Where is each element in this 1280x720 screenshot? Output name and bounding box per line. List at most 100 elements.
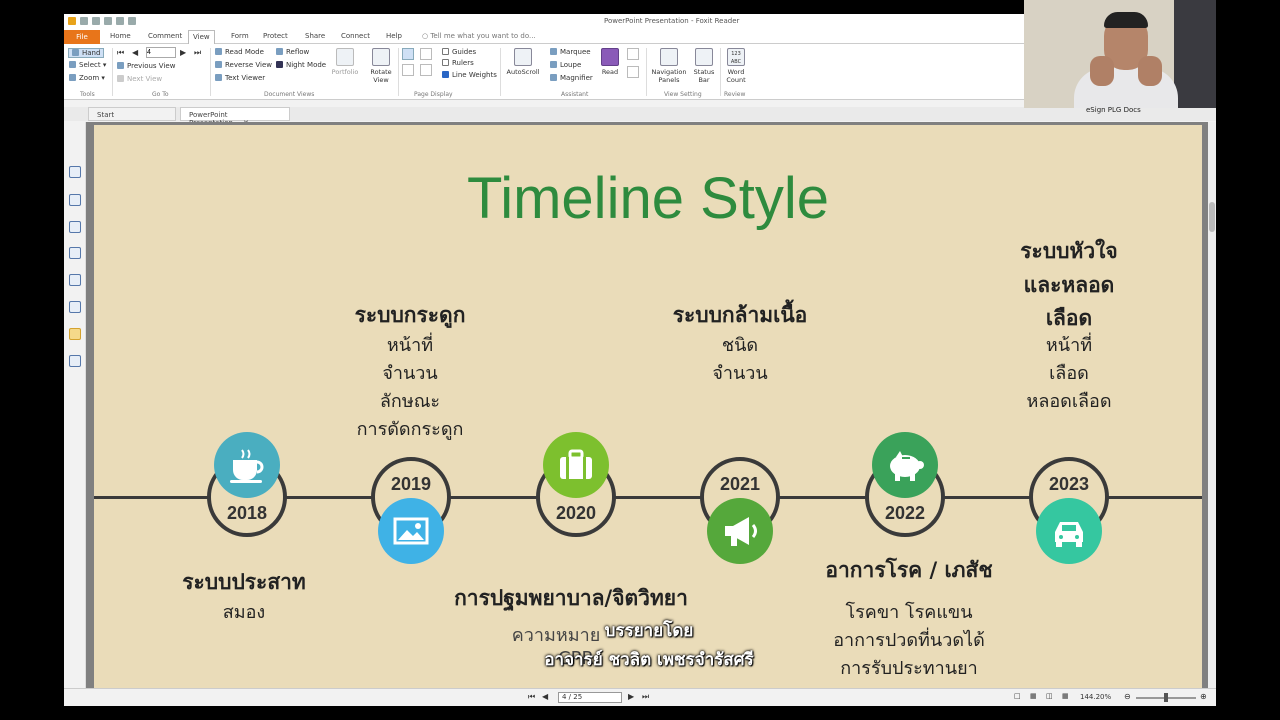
line-weights-checkbox[interactable]: Line Weights: [442, 71, 497, 79]
read-mode-button[interactable]: Read Mode: [215, 48, 264, 56]
hand-tool-button[interactable]: Hand: [68, 48, 105, 58]
caption-line-1: บรรยายโดย: [604, 621, 694, 641]
zoom-in-button[interactable]: ⊕: [1200, 692, 1207, 701]
tab-form[interactable]: Form: [231, 32, 249, 40]
esign-button[interactable]: eSign PLG Docs: [1086, 106, 1141, 114]
first-page-button[interactable]: ⏮: [528, 692, 535, 702]
tab-file[interactable]: File: [64, 30, 100, 44]
save-icon[interactable]: [92, 17, 100, 25]
autoscroll-button[interactable]: AutoScroll: [504, 48, 542, 76]
tab-connect[interactable]: Connect: [341, 32, 370, 40]
tab-start[interactable]: Start: [88, 107, 176, 121]
zoom-out-button[interactable]: ⊖: [1124, 692, 1131, 701]
text-2022-3: การรับประทานยา: [840, 658, 978, 679]
goto-page-input[interactable]: [146, 47, 176, 58]
facing-view-icon[interactable]: ◫: [1046, 692, 1053, 700]
read-mode-icon: [215, 48, 222, 55]
next-view-button[interactable]: Next View: [117, 75, 162, 83]
navigation-sidebar: [64, 122, 86, 692]
tab-help[interactable]: Help: [386, 32, 402, 40]
tab-share[interactable]: Share: [305, 32, 325, 40]
zoom-tool-button[interactable]: Zoom ▾: [69, 74, 105, 82]
next-view-label: Next View: [127, 75, 163, 83]
continuous-view-icon[interactable]: ▦: [1030, 692, 1037, 700]
word-count-icon: 123 ABC: [727, 48, 745, 66]
guides-label: Guides: [452, 48, 477, 56]
magnifier-button[interactable]: Magnifier: [550, 74, 593, 82]
night-mode-icon: [276, 61, 283, 68]
read-options-icon[interactable]: [627, 48, 639, 60]
tab-home[interactable]: Home: [110, 32, 131, 40]
first-page-icon[interactable]: ⏮: [117, 48, 124, 58]
marquee-label: Marquee: [560, 48, 591, 56]
next-page-button[interactable]: ▶: [628, 692, 634, 701]
text-viewer-button[interactable]: Text Viewer: [215, 74, 265, 82]
read-aloud-button[interactable]: Read: [598, 48, 622, 76]
previous-view-button[interactable]: Previous View: [117, 62, 175, 70]
tab-comment[interactable]: Comment: [148, 32, 182, 40]
word-count-label: Word Count: [726, 68, 746, 84]
prev-page-icon[interactable]: ◀: [132, 48, 138, 57]
open-icon[interactable]: [80, 17, 88, 25]
heading-2022: อาการโรค / เภสัช: [825, 558, 993, 582]
undo-icon[interactable]: [116, 17, 124, 25]
vertical-scrollbar[interactable]: [1208, 122, 1216, 692]
marquee-button[interactable]: Marquee: [550, 48, 591, 56]
layers-icon[interactable]: [69, 221, 81, 233]
select-tool-button[interactable]: Select ▾: [69, 61, 106, 69]
redo-icon[interactable]: [128, 17, 136, 25]
reverse-view-button[interactable]: Reverse View: [215, 61, 272, 69]
zoom-slider-thumb[interactable]: [1164, 693, 1168, 702]
fit-view-icon[interactable]: ▦: [1062, 692, 1069, 700]
bookmarks-icon[interactable]: [69, 194, 81, 206]
year-2020: 2020: [555, 503, 597, 523]
page-number-field[interactable]: 4 / 25: [558, 692, 622, 703]
attachments-icon[interactable]: [69, 274, 81, 286]
text-viewer-icon: [215, 74, 222, 81]
signature-icon[interactable]: [69, 301, 81, 313]
webcam-presenter-hand-left: [1090, 56, 1114, 86]
cover-page-icon[interactable]: [420, 64, 432, 76]
pages-icon[interactable]: [69, 166, 81, 178]
tab-powerpoint-presentation[interactable]: PowerPoint Presentation✕: [180, 107, 290, 127]
heading-2019: ระบบกระดูก: [354, 303, 466, 327]
last-page-button[interactable]: ⏭: [642, 692, 649, 702]
cursor-icon: [69, 61, 76, 68]
year-2019: 2019: [390, 474, 432, 494]
word-count-button[interactable]: 123 ABC Word Count: [724, 48, 748, 84]
previous-page-button[interactable]: ◀: [542, 692, 548, 701]
zoom-level[interactable]: 144.20%: [1080, 693, 1111, 701]
car-icon: [1036, 498, 1102, 564]
loupe-button[interactable]: Loupe: [550, 61, 581, 69]
heading-2023-2: และหลอด: [1023, 273, 1115, 297]
comments-icon[interactable]: [69, 247, 81, 259]
tools-icon[interactable]: [69, 355, 81, 367]
group-tools: Tools: [80, 91, 95, 98]
scroll-thumb[interactable]: [1209, 202, 1215, 232]
lightbulb-icon: ○: [422, 32, 429, 40]
read-stop-icon[interactable]: [627, 66, 639, 78]
single-page-view-icon[interactable]: □: [1014, 692, 1021, 700]
navigation-panels-button[interactable]: Navigation Panels: [650, 48, 688, 84]
print-icon[interactable]: [104, 17, 112, 25]
status-bar-button[interactable]: Status Bar: [690, 48, 718, 84]
single-page-icon[interactable]: [402, 48, 414, 60]
reflow-button[interactable]: Reflow: [276, 48, 309, 56]
night-mode-button[interactable]: Night Mode: [276, 61, 326, 69]
rulers-check-icon: [442, 59, 449, 66]
tab-protect[interactable]: Protect: [263, 32, 288, 40]
tell-me-input[interactable]: ○ Tell me what you want to do...: [422, 32, 536, 40]
next-view-icon: [117, 75, 124, 82]
previous-view-icon: [117, 62, 124, 69]
facing-page-icon[interactable]: [420, 48, 432, 60]
portfolio-button[interactable]: Portfolio: [330, 48, 360, 76]
next-page-icon[interactable]: ▶: [180, 48, 186, 57]
lock-icon[interactable]: [69, 328, 81, 340]
rulers-checkbox[interactable]: Rulers: [442, 59, 474, 67]
guides-checkbox[interactable]: Guides: [442, 48, 476, 56]
rotate-view-button[interactable]: Rotate View: [366, 48, 396, 84]
reverse-view-icon: [215, 61, 222, 68]
tab-view[interactable]: View: [188, 30, 215, 45]
continuous-page-icon[interactable]: [402, 64, 414, 76]
last-page-icon[interactable]: ⏭: [194, 48, 201, 58]
